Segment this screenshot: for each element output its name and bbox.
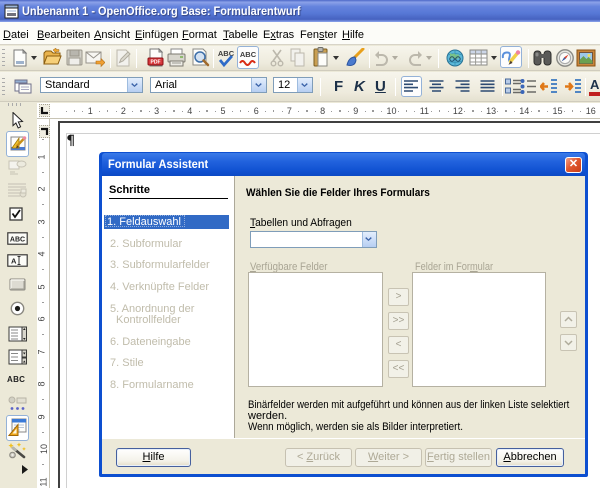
svg-text:A: A <box>11 257 17 266</box>
svg-text:ABC: ABC <box>240 50 257 59</box>
svg-text:PDF: PDF <box>151 60 161 66</box>
svg-text:ABC: ABC <box>10 237 25 244</box>
